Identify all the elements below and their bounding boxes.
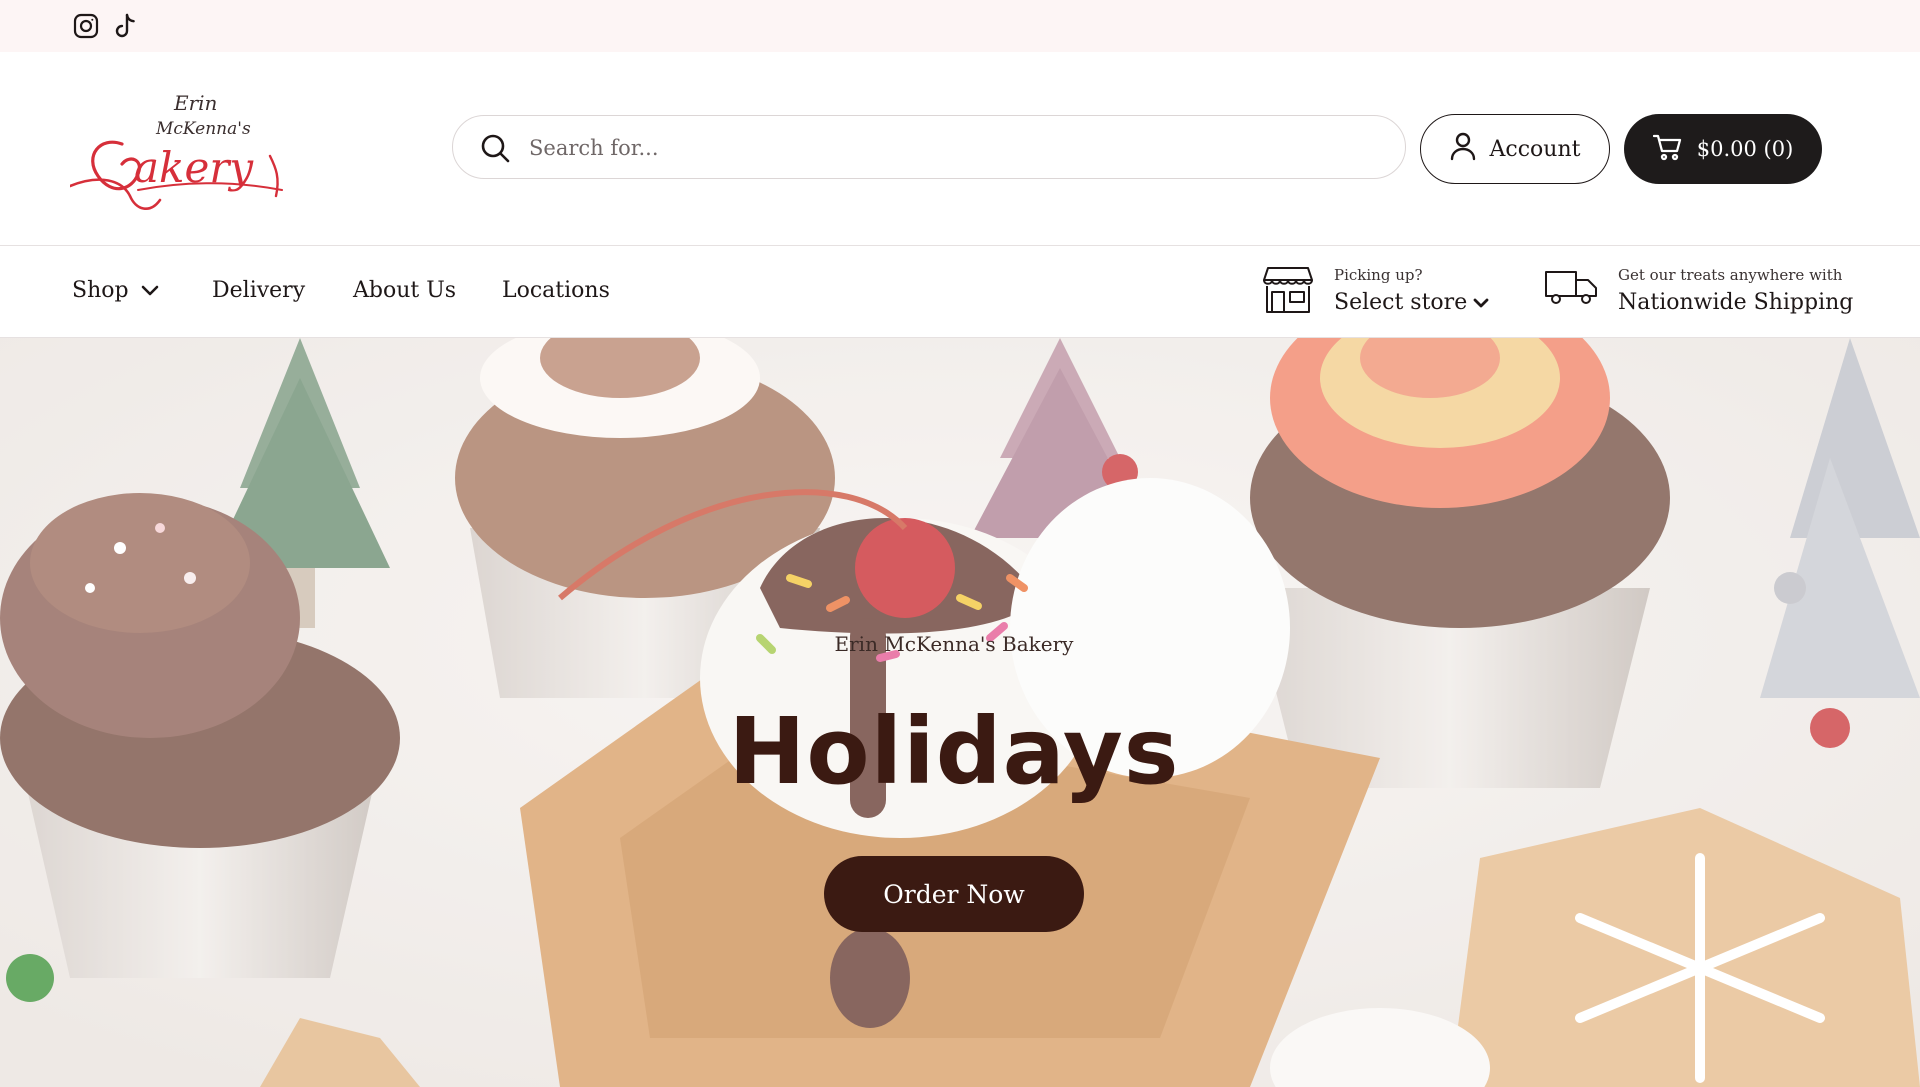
- nav-item-label: About Us: [353, 278, 457, 303]
- svg-text:McKenna's: McKenna's: [155, 119, 251, 139]
- hero-title: Holidays: [728, 698, 1180, 805]
- user-icon: [1450, 131, 1476, 167]
- site-header: Erin McKenna's akery Account: [0, 52, 1920, 246]
- hero-banner: Erin McKenna's Bakery Holidays Order Now: [0, 338, 1920, 1087]
- search-bar[interactable]: [452, 115, 1406, 179]
- chevron-down-icon: [141, 278, 159, 303]
- account-label: Account: [1489, 136, 1581, 162]
- hero-kicker: Erin McKenna's Bakery: [834, 632, 1074, 656]
- shipping-hint: Get our treats anywhere with: [1618, 266, 1843, 284]
- nav-item-shop[interactable]: Shop: [72, 278, 159, 303]
- account-button[interactable]: Account: [1420, 114, 1610, 184]
- cart-total: $0.00 (0): [1696, 137, 1794, 161]
- order-now-button[interactable]: Order Now: [824, 856, 1084, 932]
- pickup-hint: Picking up?: [1334, 266, 1423, 284]
- instagram-icon[interactable]: [72, 12, 100, 40]
- shipping-label: Nationwide Shipping: [1618, 290, 1854, 315]
- store-selector[interactable]: Picking up? Select store: [1262, 266, 1489, 318]
- main-nav: Shop Delivery About Us Locations Picking…: [0, 246, 1920, 338]
- cart-icon: [1652, 133, 1683, 166]
- svg-text:Erin: Erin: [173, 91, 217, 115]
- nav-item-label: Shop: [72, 278, 129, 303]
- cart-button[interactable]: $0.00 (0): [1624, 114, 1822, 184]
- search-icon[interactable]: [479, 132, 511, 164]
- search-input[interactable]: [527, 126, 1387, 170]
- social-bar: [0, 0, 1920, 52]
- nav-item-locations[interactable]: Locations: [502, 278, 610, 303]
- select-store-label: Select store: [1334, 290, 1468, 315]
- nav-item-label: Locations: [502, 278, 610, 303]
- nav-item-delivery[interactable]: Delivery: [212, 278, 305, 303]
- nav-item-about-us[interactable]: About Us: [353, 278, 456, 303]
- tiktok-icon[interactable]: [113, 12, 141, 40]
- truck-icon: [1544, 266, 1598, 312]
- chevron-down-icon: [1473, 288, 1489, 318]
- nav-item-label: Delivery: [212, 278, 306, 303]
- shipping-link[interactable]: Get our treats anywhere with Nationwide …: [1544, 266, 1853, 318]
- storefront-icon: [1262, 266, 1314, 318]
- brand-logo[interactable]: Erin McKenna's akery: [70, 78, 290, 218]
